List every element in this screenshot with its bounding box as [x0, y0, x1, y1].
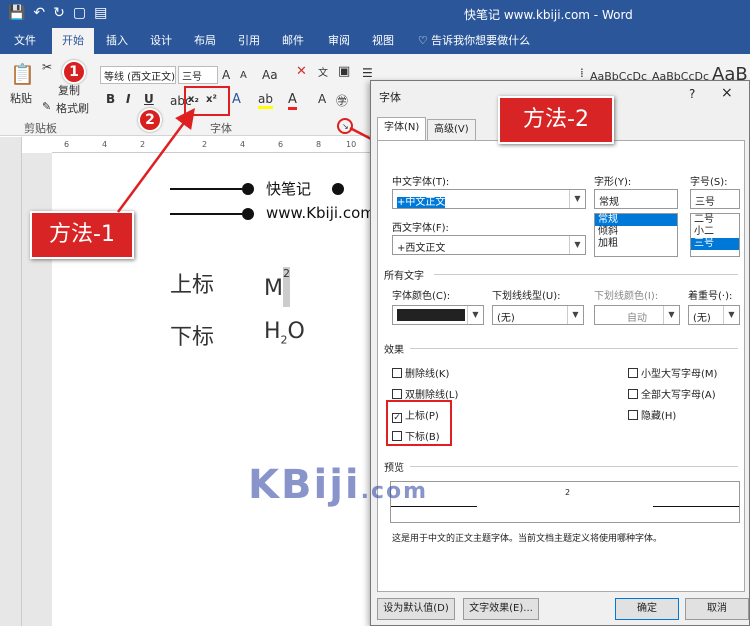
close-button[interactable]: × — [721, 85, 733, 101]
divider — [410, 348, 738, 349]
strikethrough-checkbox[interactable]: 删除线(K) — [392, 365, 449, 380]
list-item[interactable]: 常规 — [595, 214, 677, 226]
chevron-down-icon: ▼ — [467, 306, 483, 324]
method-2-callout: 方法-2 — [498, 96, 614, 144]
chevron-down-icon: ▼ — [663, 306, 679, 324]
double-strikethrough-checkbox[interactable]: 双删除线(L) — [392, 386, 458, 401]
underline-color-select[interactable]: 自动 ▼ — [594, 305, 680, 325]
list-item[interactable]: 加粗 — [595, 238, 677, 250]
preview-text: 2 — [565, 488, 571, 497]
size-list[interactable]: 二号 小二 三号 — [690, 213, 740, 257]
preview-line — [653, 506, 739, 507]
west-font-label: 西文字体(F): — [392, 223, 449, 234]
emphasis-label: 着重号(·): — [688, 291, 733, 302]
font-dialog: 字体 ? × 字体(N) 高级(V) 中文字体(T): +中文正文 ▼ 西文字体(… — [370, 80, 750, 626]
style-list[interactable]: 常规 倾斜 加粗 — [594, 213, 678, 257]
effects-section: 效果 — [384, 345, 404, 356]
cn-font-label: 中文字体(T): — [392, 177, 450, 188]
arrow-method-1 — [116, 107, 195, 213]
style-label: 字形(Y): — [594, 177, 632, 188]
underline-style-label: 下划线线型(U): — [492, 291, 561, 302]
text-effects-button[interactable]: 文字效果(E)... — [463, 598, 539, 620]
list-item[interactable]: 小二 — [691, 226, 739, 238]
theme-font-note: 这是用于中文的正文主题字体。当前文档主题定义将使用哪种字体。 — [392, 534, 663, 544]
underline-color-label: 下划线颜色(I): — [594, 291, 659, 302]
chevron-down-icon: ▼ — [569, 236, 585, 254]
site-watermark: KBiji.com — [248, 462, 429, 508]
font-tab-panel: 中文字体(T): +中文正文 ▼ 西文字体(F): +西文正文 ▼ 字形(Y): 常… — [377, 140, 745, 592]
west-font-select[interactable]: +西文正文 ▼ — [392, 235, 586, 255]
emphasis-select[interactable]: (无) ▼ — [688, 305, 740, 325]
list-item[interactable]: 倾斜 — [595, 226, 677, 238]
divider — [434, 274, 738, 275]
style-input[interactable]: 常规 — [594, 189, 678, 209]
font-color-select[interactable]: ▼ — [392, 305, 484, 325]
font-color-label: 字体颜色(C): — [392, 291, 451, 302]
all-caps-checkbox[interactable]: 全部大写字母(A) — [628, 386, 716, 401]
all-text-section: 所有文字 — [384, 271, 424, 282]
dialog-title: 字体 — [379, 91, 401, 104]
cancel-button[interactable]: 取消 — [685, 598, 749, 620]
list-item[interactable]: 二号 — [691, 214, 739, 226]
chevron-down-icon: ▼ — [567, 306, 583, 324]
tab-font[interactable]: 字体(N) — [377, 117, 427, 141]
underline-style-select[interactable]: (无) ▼ — [492, 305, 584, 325]
size-label: 字号(S): — [690, 177, 728, 188]
preview-box: 2 — [390, 481, 740, 523]
list-item[interactable]: 三号 — [691, 238, 739, 250]
help-button[interactable]: ? — [689, 87, 695, 101]
size-input[interactable]: 三号 — [690, 189, 740, 209]
ok-button[interactable]: 确定 — [615, 598, 679, 620]
chevron-down-icon: ▼ — [569, 190, 585, 208]
tab-advanced[interactable]: 高级(V) — [427, 119, 476, 141]
launcher-highlight — [337, 118, 353, 134]
effects-highlight-box — [386, 400, 452, 446]
hidden-checkbox[interactable]: 隐藏(H) — [628, 407, 676, 422]
set-default-button[interactable]: 设为默认值(D) — [377, 598, 455, 620]
divider — [410, 466, 738, 467]
color-swatch — [397, 309, 465, 321]
small-caps-checkbox[interactable]: 小型大写字母(M) — [628, 365, 717, 380]
cn-font-select[interactable]: +中文正文 ▼ — [392, 189, 586, 209]
chevron-down-icon: ▼ — [723, 306, 739, 324]
